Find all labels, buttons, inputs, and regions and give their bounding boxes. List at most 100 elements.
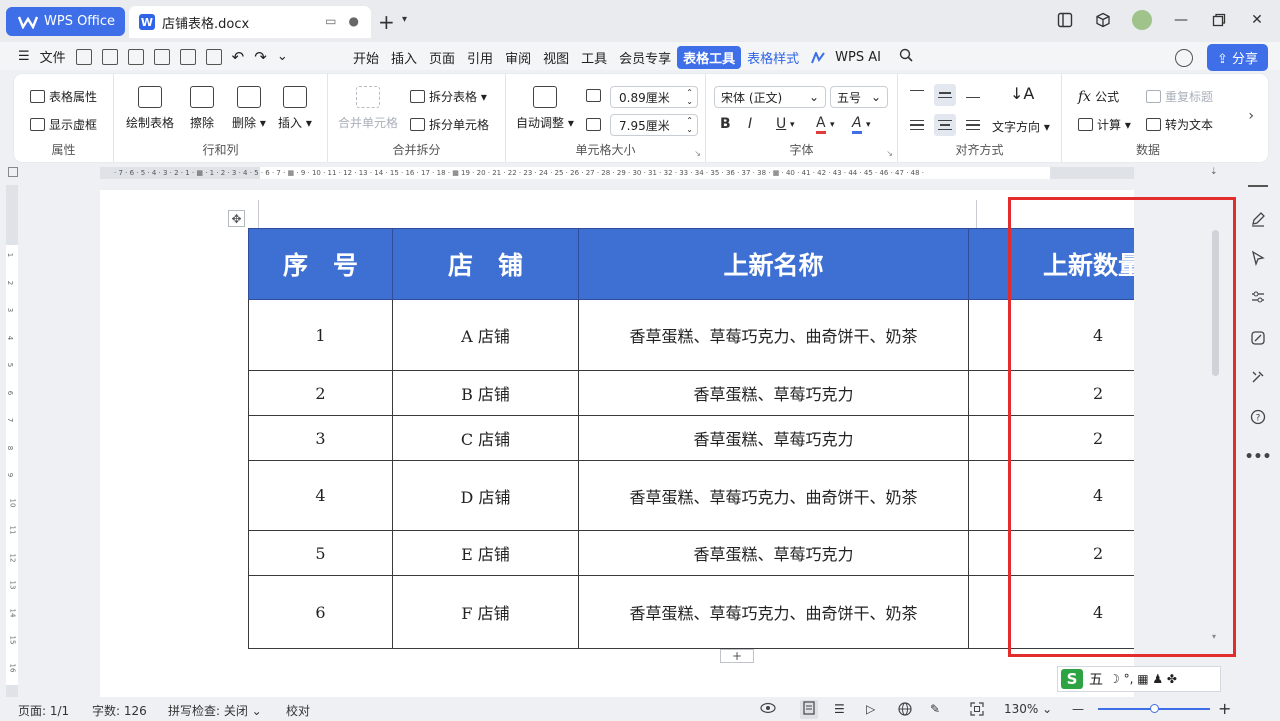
formula-button[interactable]: fx 公式 bbox=[1078, 88, 1119, 105]
print-preview-icon[interactable] bbox=[205, 48, 222, 65]
save-icon[interactable] bbox=[127, 48, 144, 65]
name-cell[interactable]: 香草蛋糕、草莓巧克力、曲奇饼干、奶茶 bbox=[578, 299, 969, 371]
page-count[interactable]: 页面: 1/1 bbox=[18, 702, 69, 719]
qty-cell[interactable]: 2 bbox=[968, 415, 1134, 461]
tab-table-tools[interactable]: 表格工具 bbox=[677, 46, 742, 69]
tab-view[interactable]: 视图 bbox=[537, 46, 575, 69]
tab-page[interactable]: 页面 bbox=[423, 46, 461, 69]
italic-button[interactable]: I bbox=[748, 116, 752, 132]
no-cell[interactable]: 1 bbox=[248, 299, 393, 371]
format-painter-icon[interactable] bbox=[153, 48, 170, 65]
align-top-icon[interactable] bbox=[906, 84, 928, 106]
merge-cells-button[interactable]: 合并单元格 bbox=[338, 86, 398, 131]
minimize-icon[interactable]: — bbox=[1172, 11, 1190, 29]
font-color-chevron-down-icon[interactable]: ▾ bbox=[830, 120, 835, 130]
ruler-toggle-icon[interactable]: ⇣ bbox=[1210, 167, 1218, 177]
qty-cell[interactable]: 4 bbox=[968, 575, 1134, 649]
ime-mode[interactable]: 五 bbox=[1089, 669, 1103, 689]
align-bottom-icon[interactable] bbox=[962, 84, 984, 106]
name-cell[interactable]: 香草蛋糕、草莓巧克力 bbox=[578, 415, 969, 461]
font-size-select[interactable]: 五号 ⌄ bbox=[830, 86, 888, 108]
header-cell[interactable]: 序 号 bbox=[248, 228, 393, 300]
wps-ai-button[interactable]: WPS AI bbox=[805, 46, 893, 69]
repeat-header-button[interactable]: 重复标题 bbox=[1146, 88, 1213, 105]
spell-check-status[interactable]: 拼写检查: 关闭 ⌄ bbox=[168, 702, 262, 719]
zoom-level[interactable]: 130% ⌄ bbox=[1004, 702, 1052, 716]
wps-home-tab[interactable]: WPS Office bbox=[6, 7, 125, 36]
show-gridlines-button[interactable]: 显示虚框 bbox=[30, 116, 97, 133]
shop-table[interactable]: 序 号 店 铺 上新名称 上新数量 1 A 店铺 香草蛋糕、草莓巧克力、曲奇饼干… bbox=[248, 228, 1134, 649]
name-cell[interactable]: 香草蛋糕、草莓巧克力、曲奇饼干、奶茶 bbox=[578, 460, 969, 531]
proofread-button[interactable]: 校对 bbox=[286, 702, 310, 719]
print-icon[interactable] bbox=[179, 48, 196, 65]
shop-cell[interactable]: A 店铺 bbox=[392, 299, 579, 371]
shop-cell[interactable]: F 店铺 bbox=[392, 575, 579, 649]
new-tab-plus-icon[interactable]: + bbox=[378, 10, 395, 34]
zoom-out-icon[interactable]: — bbox=[1072, 702, 1084, 716]
search-icon[interactable] bbox=[893, 46, 919, 69]
zoom-slider-handle[interactable] bbox=[1150, 704, 1159, 713]
scroll-down-icon[interactable]: ▾ bbox=[1212, 632, 1216, 641]
pen-edit-icon[interactable] bbox=[1249, 210, 1267, 228]
font-name-select[interactable]: 宋体 (正文) ⌄ bbox=[714, 86, 826, 108]
font-dialog-launcher-icon[interactable]: ↘ bbox=[886, 149, 893, 158]
more-icon[interactable]: ••• bbox=[1245, 448, 1272, 466]
name-cell[interactable]: 香草蛋糕、草莓巧克力、曲奇饼干、奶茶 bbox=[578, 575, 969, 649]
layout-icon[interactable] bbox=[1056, 11, 1074, 29]
convert-to-text-button[interactable]: 转为文本 bbox=[1146, 116, 1213, 133]
no-cell[interactable]: 6 bbox=[248, 575, 393, 649]
word-count[interactable]: 字数: 126 bbox=[92, 702, 147, 719]
tab-window-icon[interactable]: ▭ bbox=[325, 14, 336, 28]
vertical-scrollbar[interactable] bbox=[1212, 230, 1219, 376]
highlight-button[interactable]: A bbox=[852, 116, 862, 134]
split-cells-button[interactable]: 拆分单元格 bbox=[410, 116, 489, 133]
hamburger-icon[interactable]: ☰ bbox=[18, 49, 30, 64]
bold-button[interactable]: B bbox=[720, 116, 731, 132]
share-button[interactable]: ⇪ 分享 bbox=[1206, 44, 1268, 71]
name-cell[interactable]: 香草蛋糕、草莓巧克力 bbox=[578, 530, 969, 576]
column-width-input[interactable]: 7.95厘米 ⌃ ⌄ bbox=[610, 114, 698, 136]
erase-button[interactable]: 擦除 bbox=[190, 86, 214, 131]
tab-references[interactable]: 引用 bbox=[461, 46, 499, 69]
no-cell[interactable]: 2 bbox=[248, 370, 393, 416]
tab-dot-icon[interactable]: ● bbox=[349, 14, 359, 28]
new-doc-icon[interactable] bbox=[75, 48, 92, 65]
qty-cell[interactable]: 2 bbox=[968, 370, 1134, 416]
align-right-icon[interactable] bbox=[962, 114, 984, 136]
qty-cell[interactable]: 4 bbox=[968, 460, 1134, 531]
cube-icon[interactable] bbox=[1094, 11, 1112, 29]
open-folder-icon[interactable] bbox=[101, 48, 118, 65]
table-move-handle-icon[interactable]: ✥ bbox=[228, 210, 245, 227]
qty-cell[interactable]: 4 bbox=[968, 299, 1134, 371]
restore-icon[interactable] bbox=[1210, 11, 1228, 29]
underline-button[interactable]: U bbox=[776, 116, 786, 132]
qty-cell[interactable]: 2 bbox=[968, 530, 1134, 576]
shop-cell[interactable]: C 店铺 bbox=[392, 415, 579, 461]
user-avatar[interactable] bbox=[1132, 10, 1152, 30]
vertical-ruler[interactable]: 1 2 3 4 5 6 7 8 9 10 11 12 13 14 15 16 bbox=[6, 185, 18, 697]
align-center-icon[interactable] bbox=[934, 114, 956, 136]
highlight-chevron-down-icon[interactable]: ▾ bbox=[866, 120, 871, 130]
no-cell[interactable]: 5 bbox=[248, 530, 393, 576]
tab-insert[interactable]: 插入 bbox=[385, 46, 423, 69]
header-cell[interactable]: 店 铺 bbox=[392, 228, 579, 300]
file-menu[interactable]: 文件 bbox=[40, 47, 66, 66]
text-direction-button[interactable]: 文字方向 ▾ bbox=[992, 118, 1050, 135]
horizontal-ruler[interactable]: · 7 · 6 · 5 · 4 · 3 · 2 · 1 · ▦ · 1 · 2 … bbox=[100, 167, 1134, 179]
tab-home[interactable]: 开始 bbox=[347, 46, 385, 69]
fit-page-icon[interactable] bbox=[970, 702, 984, 719]
chat-icon[interactable] bbox=[1174, 48, 1193, 67]
header-cell[interactable]: 上新数量 bbox=[968, 228, 1134, 300]
row-height-spinner-icon[interactable]: ⌃ ⌄ bbox=[686, 88, 693, 106]
undo-icon[interactable]: ↶ bbox=[232, 48, 245, 66]
text-direction-icon[interactable]: ↓A bbox=[1010, 84, 1034, 103]
cell-size-dialog-launcher-icon[interactable]: ↘ bbox=[694, 149, 701, 158]
column-width-spinner-icon[interactable]: ⌃ ⌄ bbox=[686, 116, 693, 134]
redo-icon[interactable]: ↷ bbox=[254, 48, 267, 66]
shop-cell[interactable]: D 店铺 bbox=[392, 460, 579, 531]
tab-stop-icon[interactable] bbox=[8, 167, 18, 177]
align-middle-icon[interactable] bbox=[934, 84, 956, 106]
ai-writing-icon[interactable] bbox=[1249, 329, 1267, 347]
document-tab[interactable]: W 店铺表格.docx ▭ ● bbox=[129, 6, 371, 38]
quick-access-chevron-down-icon[interactable]: ⌄ bbox=[277, 49, 288, 64]
